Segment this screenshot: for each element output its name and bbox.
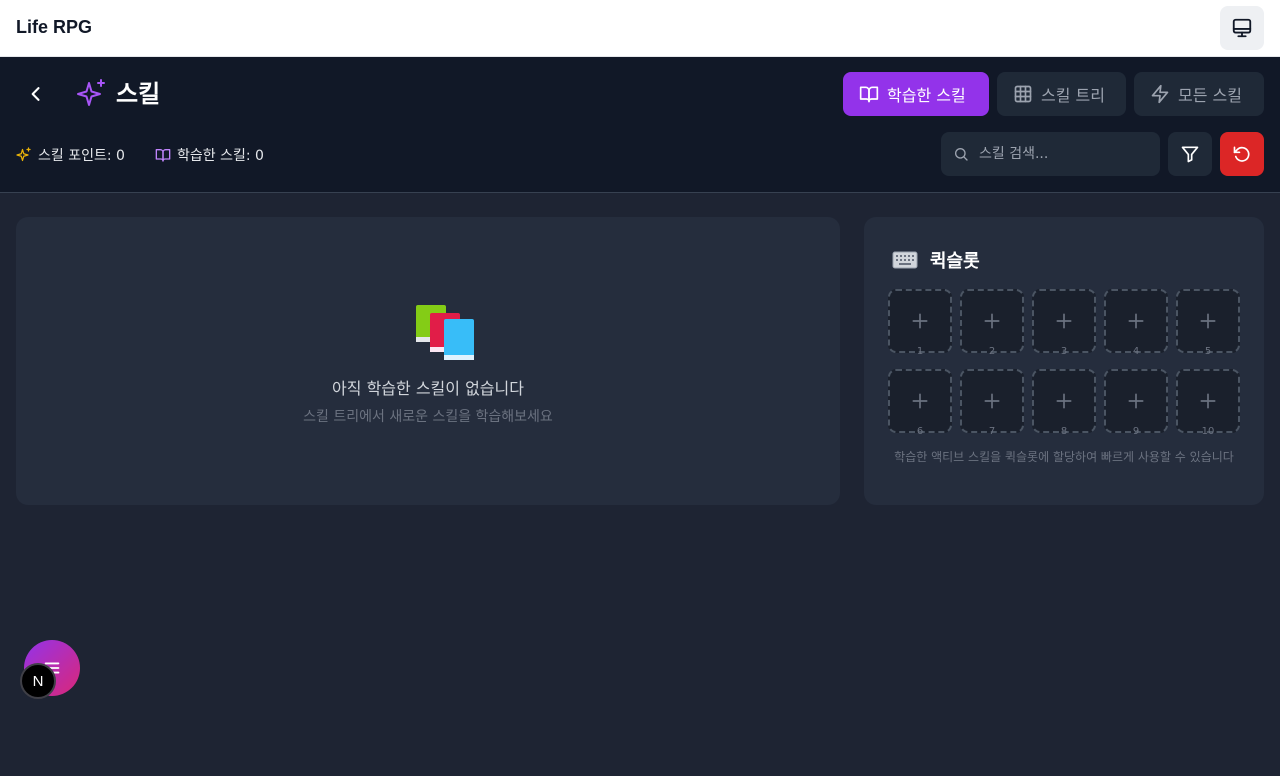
quickslot-number: 1: [916, 346, 924, 357]
quickslot-slot[interactable]: 1: [888, 289, 952, 357]
sparkles-small-icon: [16, 147, 31, 162]
empty-state-subtitle: 스킬 트리에서 새로운 스킬을 학습해보세요: [303, 409, 553, 425]
quickslot-number: 4: [1132, 346, 1140, 357]
monitor-icon: [1232, 18, 1252, 38]
plus-icon: [984, 313, 1000, 329]
learned-skills-stat: 학습한 스킬: 0: [155, 145, 264, 165]
quickslot-number: 5: [1204, 346, 1212, 357]
quickslot-slot[interactable]: 3: [1032, 289, 1096, 357]
quickslot-slot[interactable]: 9: [1104, 369, 1168, 437]
books-icon: [416, 305, 474, 360]
skills-header: 스킬 학습한 스킬 스킬 트리 모든 스킬 스킬 포인트: 0 학습한 스킬: …: [0, 57, 1280, 193]
tab-learned-skills[interactable]: 학습한 스킬: [843, 72, 989, 116]
filter-button[interactable]: [1168, 132, 1212, 176]
grid-icon: [1014, 85, 1032, 103]
quickslot-slot[interactable]: 4: [1104, 289, 1168, 357]
tab-skill-tree[interactable]: 스킬 트리: [997, 72, 1126, 116]
quickslot-slot[interactable]: 7: [960, 369, 1024, 437]
tab-all-label: 모든 스킬: [1178, 86, 1242, 105]
device-toggle-button[interactable]: [1220, 6, 1264, 50]
tab-learned-label: 학습한 스킬: [887, 86, 966, 105]
plus-icon: [1128, 393, 1144, 409]
quickslot-hint: 학습한 액티브 스킬을 퀵슬롯에 할당하여 빠르게 사용할 수 있습니다: [894, 450, 1234, 464]
page-title: 스킬: [116, 80, 161, 108]
back-button[interactable]: [20, 78, 52, 110]
learned-skills-panel: 아직 학습한 스킬이 없습니다 스킬 트리에서 새로운 스킬을 학습해보세요: [16, 217, 840, 505]
quickslot-header: 퀵슬롯: [892, 247, 980, 273]
skill-points-stat: 스킬 포인트: 0: [16, 145, 125, 165]
search-input[interactable]: [979, 146, 1149, 162]
quickslot-number: 10: [1201, 426, 1215, 437]
plus-icon: [1128, 313, 1144, 329]
app-title: Life RPG: [16, 17, 93, 37]
quickslot-slot[interactable]: 10: [1176, 369, 1240, 437]
top-bar: Life RPG: [0, 0, 1280, 57]
tab-all-skills[interactable]: 모든 스킬: [1134, 72, 1264, 116]
keyboard-icon: [892, 251, 918, 269]
plus-icon: [984, 393, 1000, 409]
quickslot-title: 퀵슬롯: [930, 251, 980, 272]
plus-icon: [1056, 313, 1072, 329]
reset-button[interactable]: [1220, 132, 1264, 176]
search-box: [941, 132, 1160, 176]
tab-tree-label: 스킬 트리: [1041, 86, 1105, 105]
chevron-left-icon: [31, 87, 40, 101]
quickslot-slot[interactable]: 8: [1032, 369, 1096, 437]
quickslot-number: 6: [916, 426, 924, 437]
plus-icon: [1056, 393, 1072, 409]
quickslot-panel: 퀵슬롯 1 2 3 4 5 6 7 8 9 10 학습한 액티브 스킬을 퀵슬롯에 할당하여 빠르…: [864, 217, 1264, 505]
empty-state-title: 아직 학습한 스킬이 없습니다: [332, 379, 524, 398]
sparkles-icon: [77, 79, 105, 106]
quickslot-number: 2: [988, 346, 996, 357]
plus-icon: [1200, 393, 1216, 409]
quickslot-number: 8: [1060, 426, 1068, 437]
learned-skills-text: 학습한 스킬: 0: [177, 148, 264, 164]
quickslot-slot[interactable]: 2: [960, 289, 1024, 357]
rotate-ccw-icon: [1233, 146, 1250, 162]
skill-points-text: 스킬 포인트: 0: [38, 148, 125, 164]
search-icon: [955, 148, 968, 161]
plus-icon: [912, 313, 928, 329]
quickslot-number: 3: [1060, 346, 1068, 357]
plus-icon: [912, 393, 928, 409]
n-badge-button[interactable]: N: [20, 663, 56, 699]
book-open-small-icon: [155, 149, 171, 162]
quickslot-slot[interactable]: 6: [888, 369, 952, 437]
filter-icon: [1181, 146, 1199, 163]
quickslot-number: 9: [1132, 426, 1140, 437]
book-open-icon: [859, 86, 879, 103]
zap-icon: [1151, 84, 1169, 104]
quickslot-slot[interactable]: 5: [1176, 289, 1240, 357]
plus-icon: [1200, 313, 1216, 329]
quickslot-number: 7: [988, 426, 996, 437]
